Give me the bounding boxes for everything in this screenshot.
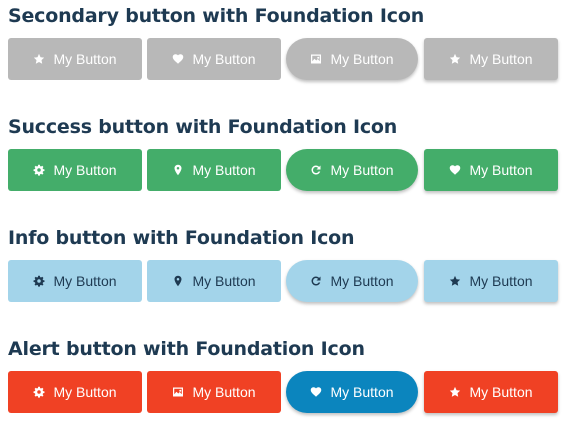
button-label: My Button [330, 384, 394, 400]
alert-section: Alert button with Foundation Icon My But… [8, 337, 568, 413]
success-heart-button[interactable]: My Button [424, 149, 558, 191]
button-label: My Button [53, 273, 117, 289]
gear-icon [33, 275, 45, 287]
info-location-button[interactable]: My Button [147, 260, 281, 302]
button-label: My Button [53, 51, 117, 67]
button-label: My Button [330, 273, 394, 289]
button-label: My Button [192, 273, 256, 289]
star-icon [449, 53, 461, 65]
button-label: My Button [469, 51, 533, 67]
star-icon [449, 386, 461, 398]
heart-icon [449, 164, 461, 176]
button-label: My Button [330, 162, 394, 178]
button-label: My Button [469, 273, 533, 289]
secondary-star-button[interactable]: My Button [8, 38, 142, 80]
secondary-star-button-2[interactable]: My Button [424, 38, 558, 80]
gear-icon [33, 386, 45, 398]
refresh-icon [310, 275, 322, 287]
alert-photo-button[interactable]: My Button [147, 371, 281, 413]
info-section: Info button with Foundation Icon My Butt… [8, 226, 568, 302]
star-icon [33, 53, 45, 65]
info-button-row: My Button My Button My Button My Button [8, 260, 568, 302]
success-gear-button[interactable]: My Button [8, 149, 142, 191]
star-icon [449, 275, 461, 287]
success-button-row: My Button My Button My Button My Button [8, 149, 568, 191]
secondary-button-row: My Button My Button My Button My Button [8, 38, 568, 80]
location-icon [172, 164, 184, 176]
button-label: My Button [192, 51, 256, 67]
success-refresh-button[interactable]: My Button [286, 149, 418, 191]
secondary-heart-button[interactable]: My Button [147, 38, 281, 80]
button-label: My Button [53, 384, 117, 400]
alert-star-button[interactable]: My Button [424, 371, 558, 413]
success-location-button[interactable]: My Button [147, 149, 281, 191]
info-star-button[interactable]: My Button [424, 260, 558, 302]
alert-gear-button[interactable]: My Button [8, 371, 142, 413]
success-heading: Success button with Foundation Icon [8, 116, 398, 138]
button-label: My Button [469, 384, 533, 400]
refresh-icon [310, 164, 322, 176]
gear-icon [33, 164, 45, 176]
alert-heading: Alert button with Foundation Icon [8, 338, 365, 360]
info-refresh-button[interactable]: My Button [286, 260, 418, 302]
heart-icon [310, 386, 322, 398]
success-section: Success button with Foundation Icon My B… [8, 115, 568, 191]
info-heading: Info button with Foundation Icon [8, 227, 355, 249]
secondary-section: Secondary button with Foundation Icon My… [8, 4, 568, 80]
heart-icon [172, 53, 184, 65]
button-label: My Button [330, 51, 394, 67]
button-label: My Button [192, 384, 256, 400]
button-label: My Button [53, 162, 117, 178]
secondary-heading: Secondary button with Foundation Icon [8, 5, 425, 27]
alert-button-row: My Button My Button My Button My Button [8, 371, 568, 413]
button-label: My Button [469, 162, 533, 178]
alert-heart-button[interactable]: My Button [286, 371, 418, 413]
info-gear-button[interactable]: My Button [8, 260, 142, 302]
secondary-photo-button[interactable]: My Button [286, 38, 418, 80]
button-label: My Button [192, 162, 256, 178]
photo-icon [172, 386, 184, 398]
photo-icon [310, 53, 322, 65]
location-icon [172, 275, 184, 287]
